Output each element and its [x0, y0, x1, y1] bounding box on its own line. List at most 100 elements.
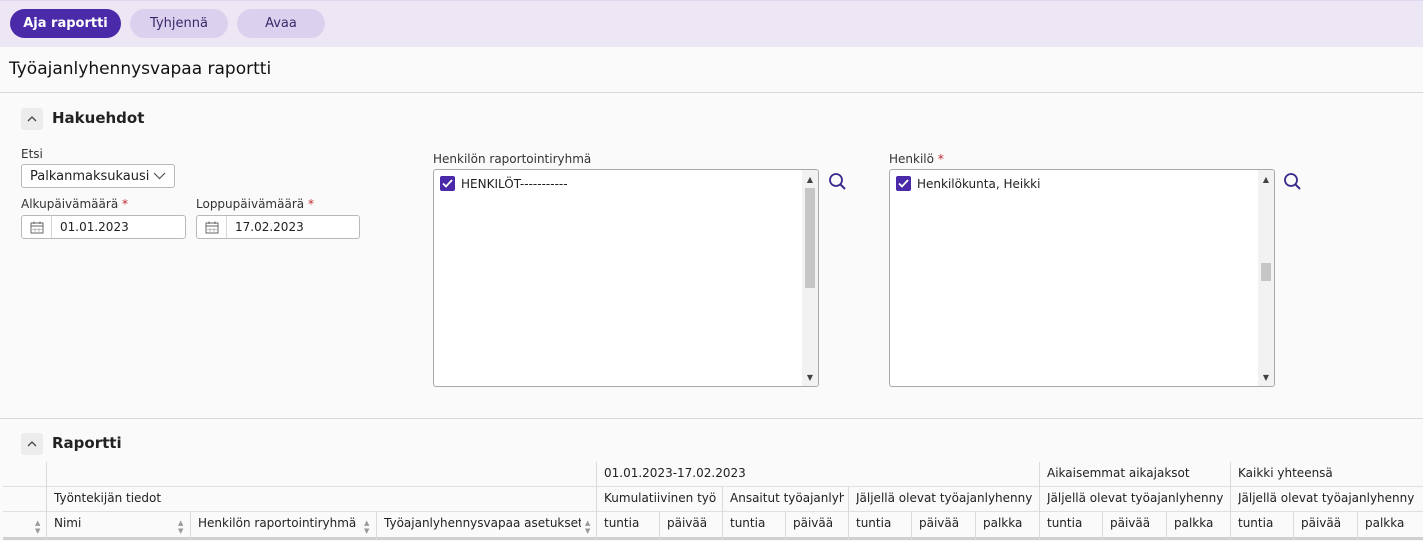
sort-icon[interactable]: ▲ ▼ — [364, 519, 369, 535]
header-row-divider — [3, 486, 1423, 487]
calendar-icon[interactable] — [197, 216, 227, 238]
sort-icon[interactable]: ▲ ▼ — [585, 519, 590, 535]
period-header: 01.01.2023-17.02.2023 — [604, 466, 746, 480]
col-salary[interactable]: palkka — [1365, 516, 1404, 530]
criteria-section-title: Hakuehdot — [52, 109, 145, 127]
col-divider — [659, 512, 660, 540]
col-divider — [596, 462, 597, 540]
col-divider — [1166, 512, 1167, 540]
divider — [0, 92, 1423, 93]
col-days[interactable]: päivää — [793, 516, 833, 530]
employee-info-header: Työntekijän tiedot — [54, 491, 162, 505]
col-salary[interactable]: palkka — [983, 516, 1022, 530]
earned-header: Ansaitut työajanlyh — [730, 491, 844, 505]
open-button[interactable]: Avaa — [237, 9, 325, 38]
col-hours[interactable]: tuntia — [1047, 516, 1082, 530]
end-date-value: 17.02.2023 — [235, 220, 304, 234]
scroll-up-icon[interactable]: ▲ — [802, 172, 818, 186]
search-select-value: Palkanmaksukausi — [30, 168, 150, 184]
total-header: Kaikki yhteensä — [1238, 466, 1333, 480]
col-days[interactable]: päivää — [667, 516, 707, 530]
col-days[interactable]: päivää — [919, 516, 959, 530]
person-listbox[interactable]: Henkilökunta, Heikki ▲ ▼ — [889, 169, 1275, 387]
start-date-label: Alkupäivämäärä * — [21, 197, 128, 211]
scrollbar[interactable]: ▲ ▼ — [802, 170, 818, 386]
col-hours[interactable]: tuntia — [730, 516, 765, 530]
col-divider — [1039, 462, 1040, 540]
col-divider — [722, 487, 723, 540]
col-divider — [975, 512, 976, 540]
checkbox-checked-icon[interactable] — [896, 176, 911, 191]
header-bottom-border — [3, 537, 1423, 540]
col-settings[interactable]: Työajanlyhennysvapaa asetukset — [384, 516, 581, 530]
col-name[interactable]: Nimi — [54, 516, 81, 530]
sort-icon[interactable]: ▲ ▼ — [35, 519, 40, 535]
collapse-report-toggle[interactable] — [21, 433, 43, 455]
total-remaining-header: Jäljellä olevat työajanlyhenny — [1238, 491, 1415, 505]
clear-button[interactable]: Tyhjennä — [130, 9, 228, 38]
chevron-down-icon — [153, 169, 166, 183]
scroll-up-icon[interactable]: ▲ — [1258, 172, 1274, 186]
col-divider — [1293, 512, 1294, 540]
group-label: Henkilön raportointiryhmä — [433, 152, 592, 166]
start-date-label-text: Alkupäivämäärä — [21, 197, 119, 211]
cumulative-header: Kumulatiivinen työ — [604, 491, 717, 505]
report-section-title: Raportti — [52, 434, 122, 452]
run-report-button[interactable]: Aja raportti — [10, 9, 121, 38]
group-search-button[interactable] — [827, 171, 849, 193]
scroll-down-icon[interactable]: ▼ — [1258, 370, 1274, 384]
checkbox-checked-icon[interactable] — [440, 176, 455, 191]
previous-remaining-header: Jäljellä olevat työajanlyhenny — [1047, 491, 1224, 505]
previous-periods-header: Aikaisemmat aikajaksot — [1047, 466, 1190, 480]
scrollbar-thumb[interactable] — [805, 188, 815, 288]
list-item[interactable]: HENKILÖT----------- — [440, 176, 568, 191]
col-divider — [376, 512, 377, 540]
start-date-value: 01.01.2023 — [60, 220, 129, 234]
calendar-icon[interactable] — [22, 216, 52, 238]
search-label: Etsi — [21, 147, 43, 161]
remaining-header: Jäljellä olevat työajanlyhenny — [856, 491, 1033, 505]
collapse-criteria-toggle[interactable] — [21, 108, 43, 130]
chevron-up-icon — [27, 116, 37, 122]
col-group[interactable]: Henkilön raportointiryhmä — [198, 516, 364, 530]
person-label: Henkilö * — [889, 152, 944, 166]
scroll-down-icon[interactable]: ▼ — [802, 370, 818, 384]
page-title: Työajanlyhennysvapaa raportti — [9, 59, 272, 79]
end-date-field[interactable]: 17.02.2023 — [196, 215, 360, 239]
col-divider — [911, 512, 912, 540]
person-search-button[interactable] — [1282, 171, 1304, 193]
col-salary[interactable]: palkka — [1174, 516, 1213, 530]
chevron-up-icon — [27, 441, 37, 447]
col-divider — [1102, 512, 1103, 540]
col-hours[interactable]: tuntia — [604, 516, 639, 530]
end-date-label: Loppupäivämäärä * — [196, 197, 314, 211]
list-item[interactable]: Henkilökunta, Heikki — [896, 176, 1040, 191]
scrollbar-thumb[interactable] — [1261, 263, 1271, 281]
col-hours[interactable]: tuntia — [1238, 516, 1273, 530]
list-item-label: Henkilökunta, Heikki — [917, 176, 1041, 191]
col-hours[interactable]: tuntia — [856, 516, 891, 530]
toolbar: Aja raportti Tyhjennä Avaa — [0, 0, 1423, 47]
group-listbox[interactable]: HENKILÖT----------- ▲ ▼ — [433, 169, 819, 387]
search-icon — [829, 173, 846, 190]
divider — [0, 418, 1423, 419]
sort-icon[interactable]: ▲ ▼ — [178, 519, 183, 535]
col-divider — [1230, 462, 1231, 540]
search-icon — [1284, 173, 1301, 190]
scrollbar[interactable]: ▲ ▼ — [1258, 170, 1274, 386]
end-date-label-text: Loppupäivämäärä — [196, 197, 305, 211]
col-divider — [190, 512, 191, 540]
required-marker: * — [122, 197, 128, 211]
col-days[interactable]: päivää — [1301, 516, 1341, 530]
col-divider — [46, 462, 47, 540]
required-marker: * — [307, 197, 314, 211]
person-label-text: Henkilö — [889, 152, 934, 166]
col-divider — [848, 487, 849, 540]
col-divider — [1357, 512, 1358, 540]
col-days[interactable]: päivää — [1110, 516, 1150, 530]
start-date-field[interactable]: 01.01.2023 — [21, 215, 186, 239]
header-row-divider — [3, 511, 1423, 512]
search-select[interactable]: Palkanmaksukausi — [21, 164, 175, 188]
col-divider — [785, 512, 786, 540]
list-item-label: HENKILÖT----------- — [461, 176, 568, 191]
